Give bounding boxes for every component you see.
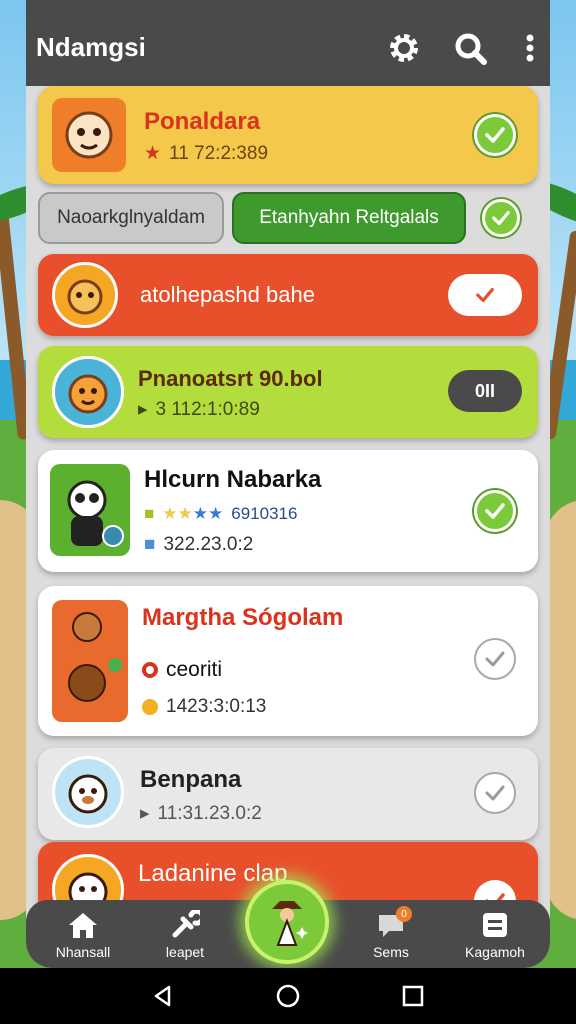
- card-status: ceoriti: [142, 658, 222, 682]
- card-rating: ■ ★★★★ 6910316: [144, 504, 297, 524]
- app-title: Ndamgsi: [36, 32, 146, 62]
- more-vertical-icon[interactable]: [512, 30, 548, 66]
- avatar: [50, 464, 130, 556]
- card-title: Ladanine clap: [138, 860, 288, 887]
- nav-item-chat[interactable]: 0 Sems: [346, 906, 436, 960]
- card-title: Pnanoatsrt 90.bol: [138, 366, 323, 391]
- list-item[interactable]: Pnanoatsrt 90.bol ▸ 3 112:1:0:89 0II: [38, 346, 538, 438]
- nav-label: Sems: [373, 944, 409, 960]
- notification-badge: 0: [396, 906, 412, 922]
- search-icon[interactable]: [452, 30, 488, 66]
- avatar: [52, 356, 124, 428]
- app-panel: Ndamgsi Ponaldara ★ 11 72:2:389 Naoarkgl…: [26, 0, 550, 968]
- list-item[interactable]: Hlcurn Nabarka ■ ★★★★ 6910316 ■ 322.23.0…: [38, 450, 538, 572]
- status-badge[interactable]: 0II: [448, 370, 522, 412]
- chat-icon: 0: [374, 906, 412, 940]
- card-title: atolhepashd bahe: [140, 282, 315, 307]
- star-rating-icon: ★★★★: [162, 504, 224, 523]
- nav-item-tools[interactable]: leapet: [140, 910, 230, 960]
- toggle-switch[interactable]: [448, 274, 522, 316]
- nav-label: Nhansall: [55, 944, 111, 960]
- filter-check-icon[interactable]: [482, 199, 520, 237]
- nav-item-home[interactable]: Nhansall: [38, 910, 128, 960]
- card-meta-value: 11 72:2:389: [169, 142, 269, 164]
- box-icon: ■: [144, 504, 155, 523]
- complete-checkbox[interactable]: [474, 772, 516, 814]
- avatar: [52, 756, 124, 828]
- play-icon: ▸: [138, 399, 148, 420]
- complete-checkbox[interactable]: [474, 638, 516, 680]
- list-item[interactable]: Ponaldara ★ 11 72:2:389: [38, 86, 538, 184]
- avatar: [52, 262, 118, 328]
- record-icon: [142, 662, 158, 678]
- card-rating-value: 6910316: [231, 504, 298, 523]
- gear-icon[interactable]: [386, 30, 422, 66]
- app-header: Ndamgsi: [26, 0, 550, 92]
- list-icon: [478, 910, 512, 940]
- avatar: [52, 98, 126, 172]
- list-item[interactable]: atolhepashd bahe: [38, 254, 538, 336]
- task-list[interactable]: Ponaldara ★ 11 72:2:389 Naoarkglnyaldam …: [26, 86, 550, 968]
- cube-icon: ■: [144, 534, 156, 555]
- system-navigation-bar: [0, 968, 576, 1024]
- filter-pill-active[interactable]: Etanhyahn Reltgalals: [232, 192, 466, 244]
- card-title: Margtha Sógolam: [142, 604, 344, 631]
- nav-item-list[interactable]: Kagamoh: [450, 910, 540, 960]
- list-item[interactable]: Margtha Sógolam ceoriti 1423:3:0:13: [38, 586, 538, 736]
- card-meta: ■ 322.23.0:2: [144, 534, 253, 556]
- play-icon: ▸: [140, 803, 150, 824]
- avatar: [52, 600, 128, 722]
- card-meta: ★ 11 72:2:389: [144, 142, 268, 165]
- list-item[interactable]: Benpana ▸ 11:31.23.0:2: [38, 748, 538, 840]
- complete-checkbox[interactable]: [474, 490, 516, 532]
- coin-icon: [142, 699, 158, 715]
- card-meta: 1423:3:0:13: [142, 696, 266, 718]
- add-task-button[interactable]: [245, 880, 329, 964]
- tools-icon: [168, 910, 202, 940]
- home-circle-icon[interactable]: [268, 976, 308, 1016]
- card-title: Hlcurn Nabarka: [144, 466, 322, 493]
- card-meta-value: 3 112:1:0:89: [155, 398, 260, 420]
- star-icon: ★: [144, 143, 162, 164]
- recents-icon[interactable]: [393, 976, 433, 1016]
- home-icon: [66, 910, 100, 940]
- back-icon[interactable]: [143, 976, 183, 1016]
- card-title: Ponaldara: [144, 108, 261, 135]
- card-title: Benpana: [140, 766, 242, 793]
- filter-pill-all[interactable]: Naoarkglnyaldam: [38, 192, 224, 244]
- card-status-value: ceoriti: [166, 658, 223, 681]
- complete-checkbox[interactable]: [474, 114, 516, 156]
- nav-label: leapet: [165, 944, 205, 960]
- character-icon: [272, 901, 308, 946]
- card-meta: ▸ 11:31.23.0:2: [140, 802, 262, 825]
- card-meta-value: 11:31.23.0:2: [157, 802, 262, 824]
- card-meta: ▸ 3 112:1:0:89: [138, 398, 260, 421]
- nav-label: Kagamoh: [465, 944, 525, 960]
- card-meta-value: 322.23.0:2: [163, 534, 254, 555]
- card-meta-value: 1423:3:0:13: [166, 696, 267, 717]
